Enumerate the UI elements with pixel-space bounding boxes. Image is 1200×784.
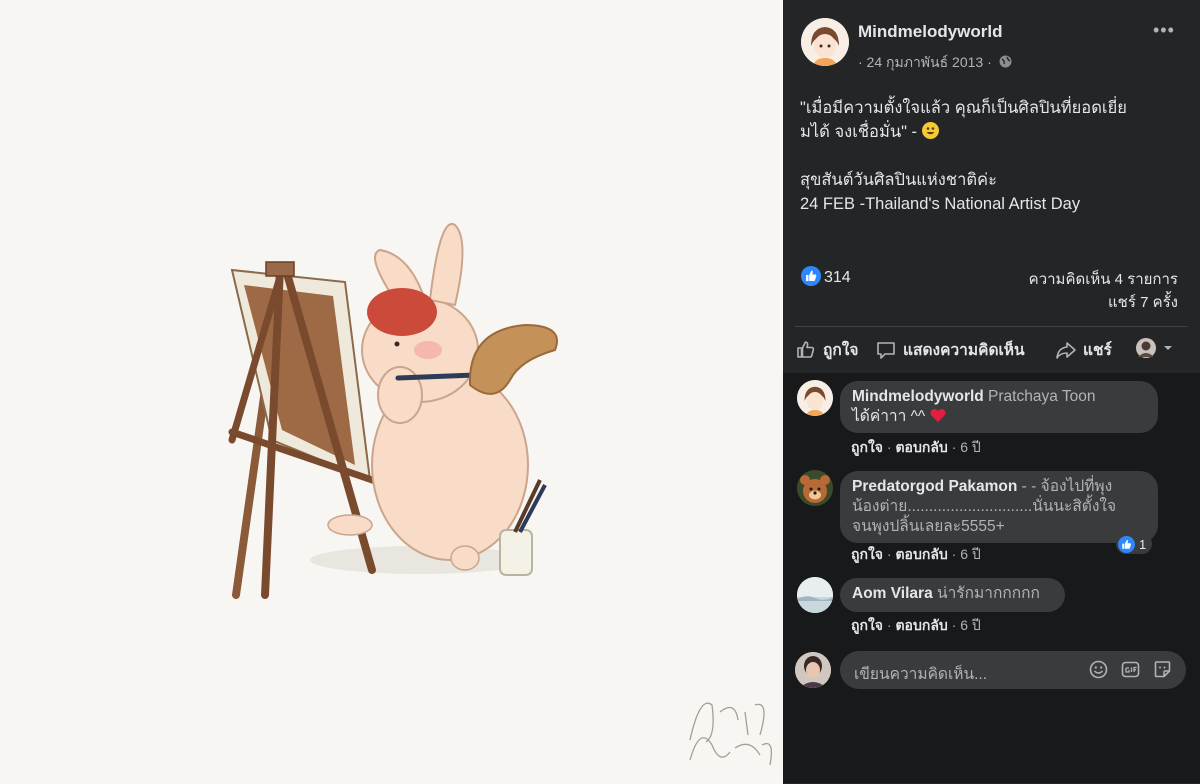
comment-reaction-count: 1	[1139, 536, 1147, 552]
comment-time[interactable]: · 6 ปี	[952, 617, 981, 633]
rabbit-painter-illustration	[228, 222, 773, 766]
bear-avatar-image	[797, 470, 833, 506]
thumbs-up-glyph	[806, 270, 817, 281]
post-text-line-5: 24 FEB -Thailand's National Artist Day	[800, 195, 1081, 213]
like-button[interactable]: ถูกใจ	[795, 337, 858, 362]
commenter-avatar[interactable]	[797, 380, 833, 416]
thumbs-up-icon	[797, 340, 815, 358]
comment-button-label: แสดงความคิดเห็น	[903, 342, 1025, 359]
like-reaction-icon	[1118, 535, 1135, 553]
author-avatar-image	[801, 18, 849, 66]
comment-mention[interactable]: Pratchaya Toon	[984, 388, 1095, 405]
comment-bubble: Mindmelodyworld Pratchaya Toon ได้ค่าาา …	[840, 381, 1158, 433]
heart-emoji	[929, 409, 946, 422]
share-count[interactable]: แชร์ 7 ครั้ง	[1029, 291, 1178, 314]
comment-text-part-2: น้องต่าย.............................นั่…	[852, 498, 1117, 515]
comment-text: ได้ค่าาา ^^	[852, 408, 926, 425]
comment-input-placeholder[interactable]: เขียนความคิดเห็น...	[854, 661, 987, 686]
comment-author[interactable]: Aom Vilara	[852, 585, 933, 602]
comment-like-link[interactable]: ถูกใจ	[851, 546, 883, 562]
comment-reply-link[interactable]: ตอบกลับ	[895, 546, 947, 562]
post-text-line-4: สุขสันต์วันศิลปินแห่งชาติค่ะ	[800, 171, 997, 189]
action-bar: ถูกใจ แสดงความคิดเห็น แชร์	[783, 333, 1200, 365]
author-name[interactable]: Mindmelodyworld	[858, 22, 1003, 42]
commenter-avatar-image	[797, 380, 833, 416]
more-options-icon[interactable]: •••	[1153, 20, 1175, 41]
comment-time[interactable]: · 6 ปี	[952, 546, 981, 562]
comment-input[interactable]: เขียนความคิดเห็น...	[840, 651, 1186, 689]
reaction-summary[interactable]: 314	[801, 266, 851, 287]
like-button-label: ถูกใจ	[823, 342, 859, 359]
comment-author[interactable]: Predatorgod Pakamon	[852, 478, 1017, 495]
share-icon	[1056, 341, 1076, 359]
comment-text-part-3: จนพุงปลิ้นเลยละ5555+	[852, 518, 1005, 535]
reaction-audience-selector[interactable]	[1135, 337, 1173, 359]
comment-meta: ถูกใจ · ตอบกลับ · 6 ปี	[851, 617, 981, 633]
post-text-line-2: มได้ จงเชื่อมั่น" -	[800, 120, 1185, 144]
comment-like-link[interactable]: ถูกใจ	[851, 439, 883, 455]
comment-meta: ถูกใจ · ตอบกลับ · 6 ปี	[851, 439, 981, 455]
post-text-line-1: "เมื่อมีความตั้งใจแล้ว คุณก็เป็นศิลปินที…	[800, 99, 1127, 117]
comment-author[interactable]: Mindmelodyworld	[852, 388, 984, 405]
comment-bubble: Aom Vilara น่ารักมากกกกก	[840, 578, 1065, 612]
comments-section: Mindmelodyworld Pratchaya Toon ได้ค่าาา …	[783, 373, 1200, 783]
landscape-avatar-image	[797, 577, 833, 613]
post-text: "เมื่อมีความตั้งใจแล้ว คุณก็เป็นศิลปินที…	[800, 96, 1185, 216]
emoji-icon[interactable]	[1089, 660, 1108, 679]
comment-count[interactable]: ความคิดเห็น 4 รายการ	[1029, 268, 1178, 291]
commenter-avatar[interactable]	[797, 577, 833, 613]
post-date-text[interactable]: · 24 กุมภาพันธ์ 2013 ·	[858, 54, 992, 70]
comment-reply-link[interactable]: ตอบกลับ	[895, 439, 947, 455]
post-photo[interactable]	[0, 0, 783, 784]
comment-text-part-1: - - จ้องไปที่พุง	[1017, 478, 1113, 495]
like-reaction-icon	[801, 266, 821, 286]
comment-icon	[877, 341, 895, 359]
divider	[795, 326, 1188, 327]
post-date[interactable]: · 24 กุมภาพันธ์ 2013 ·	[858, 52, 1012, 74]
comment-reaction-badge[interactable]: 1	[1116, 534, 1153, 554]
comment-bubble: Predatorgod Pakamon - - จ้องไปที่พุง น้อ…	[840, 471, 1158, 543]
post-text-line-2-text: มได้ จงเชื่อมั่น" -	[800, 123, 918, 141]
current-user-avatar-image	[795, 652, 831, 688]
share-button-label: แชร์	[1083, 342, 1112, 359]
comment-button[interactable]: แสดงความคิดเห็น	[875, 337, 1025, 362]
comment-time[interactable]: · 6 ปี	[952, 439, 981, 455]
post-panel: Mindmelodyworld · 24 กุมภาพันธ์ 2013 · •…	[783, 0, 1200, 784]
smiley-emoji	[921, 122, 939, 139]
reaction-count[interactable]: 314	[824, 269, 851, 286]
current-user-avatar[interactable]	[795, 652, 831, 688]
comment-meta: ถูกใจ · ตอบกลับ · 6 ปี	[851, 546, 981, 562]
user-avatar-small-icon	[1136, 338, 1156, 358]
author-avatar[interactable]	[801, 18, 849, 66]
caret-down-icon	[1164, 346, 1172, 350]
sticker-icon[interactable]	[1153, 660, 1172, 679]
share-button[interactable]: แชร์	[1055, 337, 1112, 362]
gif-icon[interactable]	[1121, 660, 1140, 679]
comment-text: น่ารักมากกกกก	[932, 585, 1040, 602]
comment-reply-link[interactable]: ตอบกลับ	[895, 617, 947, 633]
globe-icon	[999, 55, 1012, 68]
engagement-counts: ความคิดเห็น 4 รายการ แชร์ 7 ครั้ง	[1029, 268, 1178, 314]
smiley-emoji-face	[926, 127, 935, 135]
commenter-avatar[interactable]	[797, 470, 833, 506]
post-text-line-3	[800, 144, 1185, 168]
comment-like-link[interactable]: ถูกใจ	[851, 617, 883, 633]
